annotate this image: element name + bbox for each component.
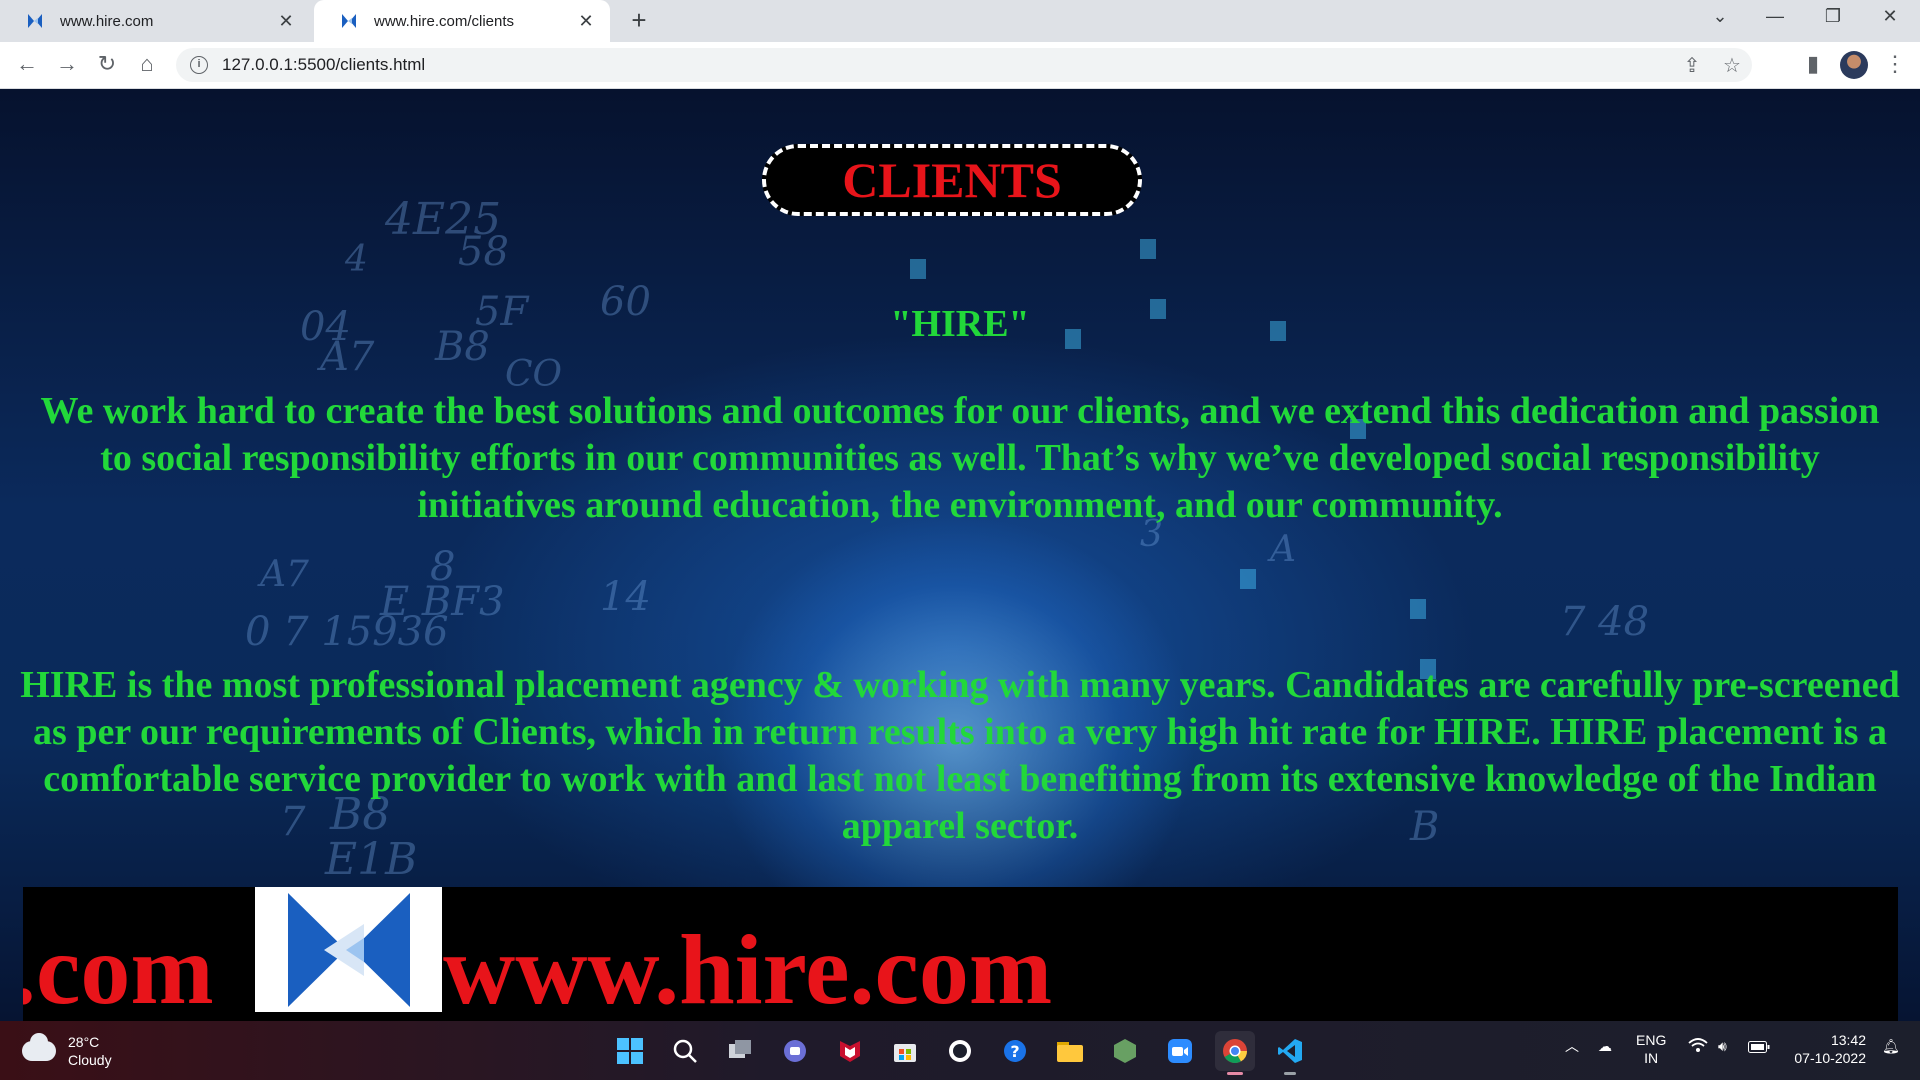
background-glyph: A [1270,529,1296,570]
region-code: IN [1644,1050,1659,1066]
restore-button[interactable]: ❐ [1813,6,1853,27]
windows-taskbar: 28°C Cloudy ? ︿ ☁ ENG IN 🔊︎ 13:42 07-10-… [0,1021,1920,1080]
background-square [1410,599,1426,619]
weather-temp: 28°C [68,1034,100,1050]
side-panel-icon[interactable]: ▮ [1798,52,1828,76]
profile-avatar[interactable] [1840,51,1868,79]
address-url[interactable]: 127.0.0.1:5500/clients.html [222,55,1672,75]
company-subheading: "HIRE" [890,303,1030,345]
close-tab-icon[interactable]: ✕ [276,11,296,32]
background-glyph: 7 48 [1560,599,1650,645]
close-tab-icon[interactable]: ✕ [576,11,596,32]
vscode-icon[interactable] [1270,1031,1310,1075]
browser-toolbar: ← → ↻ ⌂ i 127.0.0.1:5500/clients.html ⇪ … [0,42,1920,89]
background-square [910,259,926,279]
reload-button[interactable]: ↻ [92,52,122,76]
background-glyph: 14 [600,574,651,620]
menu-kebab-icon[interactable]: ⋮ [1880,52,1910,76]
new-tab-button[interactable]: + [624,5,654,36]
clock-date: 07-10-2022 [1794,1050,1866,1066]
cloud-icon [22,1033,56,1061]
home-button[interactable]: ⌂ [132,52,162,76]
background-glyph: 4 [345,239,368,280]
page-title: CLIENTS [842,152,1062,208]
clock[interactable]: 13:42 07-10-2022 [1786,1031,1866,1067]
hire-logo-icon [287,892,410,1007]
hire-favicon-icon [342,14,356,28]
tab-search-chevron-icon[interactable]: ⌄ [1700,6,1740,27]
zoom-icon[interactable] [1160,1031,1200,1071]
tab-title: www.hire.com [60,12,154,30]
forward-button[interactable]: → [52,52,82,76]
background-glyph: 58 [458,229,509,275]
search-icon[interactable] [665,1031,705,1071]
windows-start-icon[interactable] [610,1031,650,1071]
help-icon[interactable]: ? [995,1031,1035,1071]
volume-icon[interactable]: 🔊︎ [1718,1037,1727,1055]
browser-tab-strip: www.hire.com ✕ www.hire.com/clients ✕ + … [0,0,1920,42]
teams-chat-icon[interactable] [775,1031,815,1071]
close-window-button[interactable]: ✕ [1870,6,1910,27]
background-square [1240,569,1256,589]
hire-favicon-icon [28,14,42,28]
tab-hire-clients[interactable]: www.hire.com/clients ✕ [314,0,610,42]
background-glyph: 0 7 15936 [245,609,449,655]
nodejs-icon[interactable] [1105,1031,1145,1071]
site-info-icon[interactable]: i [190,56,208,74]
language-code: ENG [1636,1032,1667,1048]
address-bar[interactable]: i 127.0.0.1:5500/clients.html ⇪ ☆ [176,48,1752,82]
background-glyph: A7 [260,554,309,595]
file-explorer-icon[interactable] [1050,1031,1090,1071]
intro-paragraph: We work hard to create the best solution… [40,390,1880,526]
weather-widget[interactable]: 28°C Cloudy [22,1033,112,1069]
onedrive-icon[interactable]: ☁ [1598,1037,1612,1055]
language-indicator[interactable]: ENG IN [1636,1031,1666,1067]
footer-site-text: www.hire.com [443,914,1053,1022]
microsoft-store-icon[interactable] [885,1031,925,1071]
chrome-icon[interactable] [1215,1031,1255,1075]
hire-logo [255,887,442,1012]
tab-title: www.hire.com/clients [374,12,515,30]
background-square [1140,239,1156,259]
mcafee-icon[interactable] [830,1031,870,1071]
wifi-icon[interactable] [1688,1037,1708,1057]
weather-desc: Cloudy [68,1052,112,1068]
about-paragraph: HIRE is the most professional placement … [20,664,1900,847]
active-app-indicator [1227,1072,1243,1075]
footer-marquee: .com www.hire.com [23,887,1898,1021]
svg-text:?: ? [1010,1042,1019,1061]
github-icon[interactable] [940,1031,980,1071]
share-icon[interactable]: ⇪ [1672,53,1712,78]
back-button[interactable]: ← [12,52,42,76]
minimize-button[interactable]: — [1755,6,1795,27]
show-hidden-icons-chevron-icon[interactable]: ︿ [1565,1037,1579,1055]
task-view-icon[interactable] [720,1031,760,1071]
bookmark-star-icon[interactable]: ☆ [1712,53,1752,78]
taskbar-apps: ? [610,1031,1325,1075]
notifications-icon[interactable]: 🔔︎ [1882,1037,1900,1055]
footer-marquee-text: .com [23,914,214,1022]
clock-time: 13:42 [1830,1032,1866,1048]
running-app-indicator [1284,1072,1296,1075]
clients-page: 4E25 58 4 04 A7 5F 60 B8 CO 8 A7 E BF3 0… [0,89,1920,1021]
page-title-box: CLIENTS [762,144,1142,216]
battery-icon[interactable] [1748,1039,1770,1057]
tab-hire-home[interactable]: www.hire.com ✕ [0,0,310,42]
